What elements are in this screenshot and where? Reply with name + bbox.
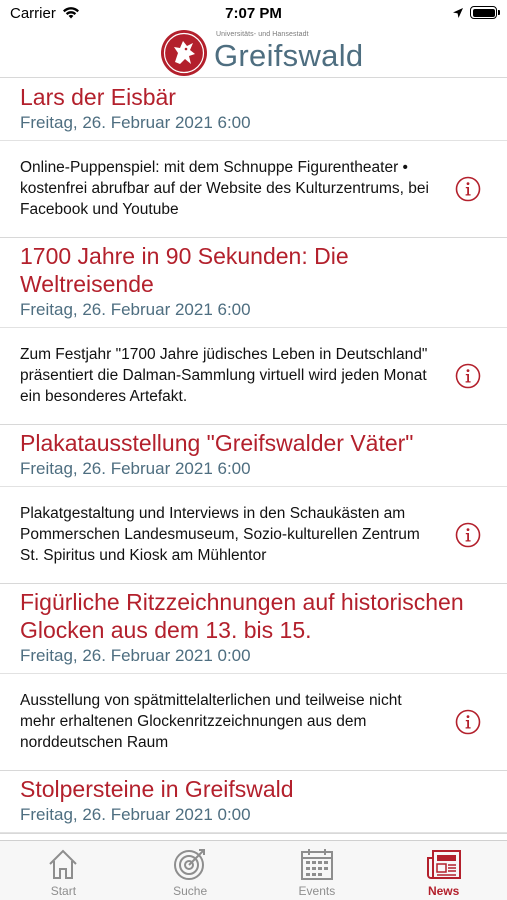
news-title: Figürliche Ritzzeichnungen auf historisc… bbox=[20, 589, 464, 643]
tab-label: Events bbox=[298, 884, 336, 898]
tab-start[interactable]: Start bbox=[0, 841, 127, 900]
news-item[interactable]: Lars der Eisbär Freitag, 26. Februar 202… bbox=[0, 79, 507, 238]
news-list[interactable]: Lars der Eisbär Freitag, 26. Februar 202… bbox=[0, 79, 507, 840]
news-title: Plakatausstellung "Greifswalder Väter" bbox=[20, 430, 414, 456]
news-title: Lars der Eisbär bbox=[20, 84, 176, 110]
news-date: Freitag, 26. Februar 2021 6:00 bbox=[20, 113, 251, 132]
info-icon[interactable] bbox=[455, 522, 481, 548]
tab-suche[interactable]: Suche bbox=[127, 841, 254, 900]
news-description-block[interactable]: Online-Puppenspiel: mit dem Schnuppe Fig… bbox=[0, 141, 507, 237]
info-icon[interactable] bbox=[455, 363, 481, 389]
logo-wordmark: Greifswald bbox=[214, 38, 364, 73]
news-item[interactable]: Figürliche Ritzzeichnungen auf historisc… bbox=[0, 584, 507, 771]
news-item[interactable]: 1700 Jahre in 90 Sekunden: Die Weltreise… bbox=[0, 238, 507, 425]
tab-bar: Start Suche Events News bbox=[0, 840, 507, 900]
news-description: Ausstellung von spätmittelalterlichen un… bbox=[20, 692, 402, 751]
tab-news[interactable]: News bbox=[380, 841, 507, 900]
greifswald-seal-logo bbox=[161, 30, 207, 76]
news-title-block[interactable]: Plakatausstellung "Greifswalder Väter" F… bbox=[0, 425, 507, 487]
news-title: Stolpersteine in Greifswald bbox=[20, 776, 294, 802]
info-icon[interactable] bbox=[455, 176, 481, 202]
news-description-block[interactable]: Ausstellung von spätmittelalterlichen un… bbox=[0, 674, 507, 770]
tab-label: Suche bbox=[173, 884, 208, 898]
logo-subtitle: Universitäts- und Hansestadt bbox=[216, 31, 309, 38]
app-header: Universitäts- und Hansestadt Greifswald bbox=[0, 28, 507, 78]
calendar-icon bbox=[300, 849, 333, 880]
news-title-block[interactable]: 1700 Jahre in 90 Sekunden: Die Weltreise… bbox=[0, 238, 507, 328]
location-arrow-icon bbox=[453, 8, 463, 18]
news-description: Online-Puppenspiel: mit dem Schnuppe Fig… bbox=[20, 159, 429, 218]
search-target-icon bbox=[174, 849, 206, 880]
news-description: Plakatgestaltung und Interviews in den S… bbox=[20, 505, 420, 564]
news-date: Freitag, 26. Februar 2021 6:00 bbox=[20, 459, 251, 478]
battery-icon bbox=[470, 6, 497, 19]
news-date: Freitag, 26. Februar 2021 6:00 bbox=[20, 300, 251, 319]
news-description-block[interactable]: Zum Festjahr "1700 Jahre jüdisches Leben… bbox=[0, 328, 507, 424]
news-date: Freitag, 26. Februar 2021 0:00 bbox=[20, 646, 251, 665]
news-title-block[interactable]: Stolpersteine in Greifswald Freitag, 26.… bbox=[0, 771, 507, 833]
house-icon bbox=[49, 849, 78, 879]
tab-label: News bbox=[427, 884, 460, 898]
news-title-block[interactable]: Figürliche Ritzzeichnungen auf historisc… bbox=[0, 584, 507, 674]
news-description-block[interactable]: Plakatgestaltung und Interviews in den S… bbox=[0, 487, 507, 583]
status-bar: Carrier 7:07 PM bbox=[0, 0, 507, 28]
tab-label: Start bbox=[50, 884, 77, 898]
news-description: Zum Festjahr "1700 Jahre jüdisches Leben… bbox=[20, 346, 428, 405]
news-title-block[interactable]: Lars der Eisbär Freitag, 26. Februar 202… bbox=[0, 79, 507, 141]
news-item[interactable]: Plakatausstellung "Greifswalder Väter" F… bbox=[0, 425, 507, 584]
info-icon[interactable] bbox=[455, 709, 481, 735]
newspaper-icon bbox=[426, 850, 461, 879]
news-item[interactable]: Stolpersteine in Greifswald Freitag, 26.… bbox=[0, 771, 507, 834]
battery-cap bbox=[498, 10, 500, 15]
news-date: Freitag, 26. Februar 2021 0:00 bbox=[20, 805, 251, 824]
news-title: 1700 Jahre in 90 Sekunden: Die Weltreise… bbox=[20, 243, 349, 297]
clock: 7:07 PM bbox=[225, 5, 282, 22]
tab-events[interactable]: Events bbox=[254, 841, 381, 900]
